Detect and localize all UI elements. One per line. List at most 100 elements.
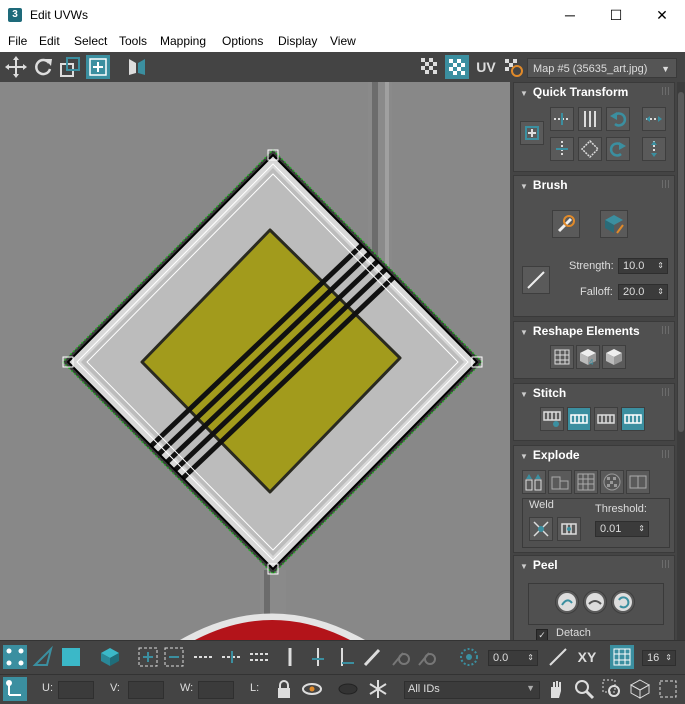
- rollout-grip-icon[interactable]: [662, 87, 670, 95]
- shrink-selection-icon[interactable]: [162, 645, 186, 669]
- align-to-center-icon[interactable]: [520, 121, 544, 145]
- rollout-header-explode[interactable]: ▼ Explode: [520, 448, 580, 462]
- stitch-to-target-icon[interactable]: [621, 407, 645, 431]
- rollout-header-stitch[interactable]: ▼ Stitch: [520, 386, 566, 400]
- brush-line-icon[interactable]: [522, 266, 550, 294]
- ring-shrink-icon[interactable]: [278, 645, 302, 669]
- rollout-grip-icon[interactable]: [662, 388, 670, 396]
- align-horizontal-icon[interactable]: [550, 107, 574, 131]
- rollout-grip-icon[interactable]: [662, 180, 670, 188]
- scale-icon[interactable]: [58, 55, 82, 79]
- weld-target-icon[interactable]: [557, 517, 581, 541]
- detach-edge-icon[interactable]: [626, 470, 650, 494]
- freeform-mode-icon[interactable]: [86, 55, 110, 79]
- uv-canvas[interactable]: [0, 82, 510, 640]
- zoom-icon[interactable]: [572, 677, 596, 701]
- falloff-spinner[interactable]: 20.0 ⇕: [618, 284, 668, 300]
- grow-selection-icon[interactable]: [136, 645, 160, 669]
- rollout-grip-icon[interactable]: [662, 560, 670, 568]
- menu-edit[interactable]: Edit: [39, 34, 60, 48]
- face-select-icon[interactable]: [59, 645, 83, 669]
- pack-icon[interactable]: [602, 345, 626, 369]
- edge-select-icon[interactable]: [31, 645, 55, 669]
- w-field[interactable]: [198, 681, 234, 699]
- paint-select-shrink-icon[interactable]: [414, 645, 438, 669]
- align-vertical-icon[interactable]: [550, 137, 574, 161]
- element-select-icon[interactable]: [98, 645, 122, 669]
- menu-file[interactable]: File: [8, 34, 27, 48]
- hide-icon[interactable]: [300, 677, 324, 701]
- map-dropdown[interactable]: Map #5 (35635_art.jpg) ▼: [527, 58, 677, 78]
- flatten-by-smoothing-icon[interactable]: [548, 470, 572, 494]
- freeze-icon[interactable]: [366, 677, 390, 701]
- show-map-icon[interactable]: [445, 55, 469, 79]
- rollout-header-peel[interactable]: ▼ Peel: [520, 558, 558, 572]
- align-vertical-lines-icon[interactable]: [578, 107, 602, 131]
- space-horizontal-icon[interactable]: [642, 107, 666, 131]
- reset-peel-icon[interactable]: [611, 590, 635, 614]
- stitch-to-source-icon[interactable]: [567, 407, 591, 431]
- relax-brush-icon[interactable]: [600, 210, 628, 238]
- absolute-offset-icon[interactable]: [3, 677, 27, 701]
- straighten-icon[interactable]: [578, 137, 602, 161]
- paint-select-icon[interactable]: [360, 645, 384, 669]
- id-filter-dropdown[interactable]: All IDs ▼: [404, 681, 540, 699]
- scrollbar-thumb[interactable]: [678, 92, 684, 432]
- paint-move-icon[interactable]: [552, 210, 580, 238]
- threshold-spinner[interactable]: 0.01 ⇕: [595, 521, 649, 537]
- rotate-cw-icon[interactable]: [606, 137, 630, 161]
- close-button[interactable]: ✕: [639, 0, 685, 31]
- soft-selection-icon[interactable]: [457, 645, 481, 669]
- checker-pattern-icon[interactable]: [418, 55, 442, 79]
- space-vertical-icon[interactable]: [642, 137, 666, 161]
- v-field[interactable]: [128, 681, 164, 699]
- rotate-value-spinner[interactable]: 0.0 ⇕: [488, 650, 538, 666]
- pan-hand-icon[interactable]: [544, 677, 568, 701]
- edge-loop-icon[interactable]: [306, 645, 330, 669]
- break-icon[interactable]: [600, 470, 624, 494]
- weld-selected-icon[interactable]: [529, 517, 553, 541]
- stitch-custom-icon[interactable]: [540, 407, 564, 431]
- mirror-icon[interactable]: [125, 55, 149, 79]
- rollout-grip-icon[interactable]: [662, 326, 670, 334]
- relax-icon[interactable]: 4: [576, 345, 600, 369]
- panel-scrollbar[interactable]: [677, 82, 685, 640]
- zoom-extents-icon[interactable]: [628, 677, 652, 701]
- menu-options[interactable]: Options: [222, 34, 263, 48]
- show-icon[interactable]: [336, 677, 360, 701]
- loop-grow-icon[interactable]: [192, 645, 216, 669]
- rollout-header-quick-transform[interactable]: ▼ Quick Transform: [520, 85, 628, 99]
- peel-mode-icon[interactable]: [583, 590, 607, 614]
- texture-settings-icon[interactable]: [501, 55, 525, 79]
- straighten-selection-icon[interactable]: [550, 345, 574, 369]
- flatten-by-polygon-icon[interactable]: [522, 470, 546, 494]
- menu-tools[interactable]: Tools: [119, 34, 147, 48]
- loop-select-icon[interactable]: [220, 645, 244, 669]
- grid-size-spinner[interactable]: 16 ⇕: [642, 650, 676, 666]
- menu-display[interactable]: Display: [278, 34, 317, 48]
- ring-select-icon[interactable]: [248, 645, 272, 669]
- u-field[interactable]: [58, 681, 94, 699]
- flatten-by-material-icon[interactable]: [574, 470, 598, 494]
- maximize-button[interactable]: ☐: [593, 0, 639, 31]
- rollout-header-reshape[interactable]: ▼ Reshape Elements: [520, 324, 640, 338]
- straighten-edge-icon[interactable]: [546, 645, 570, 669]
- strength-spinner[interactable]: 10.0 ⇕: [618, 258, 668, 274]
- stitch-to-average-icon[interactable]: [594, 407, 618, 431]
- rollout-grip-icon[interactable]: [662, 450, 670, 458]
- vertex-select-icon[interactable]: [3, 645, 27, 669]
- rollout-header-brush[interactable]: ▼ Brush: [520, 178, 568, 192]
- menu-mapping[interactable]: Mapping: [160, 34, 206, 48]
- detach-checkbox[interactable]: ✓: [536, 629, 548, 640]
- zoom-selected-icon[interactable]: [656, 677, 680, 701]
- xy-toggle[interactable]: XY: [574, 645, 600, 669]
- quick-peel-icon[interactable]: [555, 590, 579, 614]
- edge-ring-icon[interactable]: [334, 645, 358, 669]
- paint-select-grow-icon[interactable]: [388, 645, 412, 669]
- rotate-ccw-icon[interactable]: [606, 107, 630, 131]
- lock-icon[interactable]: [272, 677, 296, 701]
- minimize-button[interactable]: ─: [547, 0, 593, 31]
- uv-toggle[interactable]: UV: [474, 55, 498, 79]
- zoom-region-icon[interactable]: [600, 677, 624, 701]
- rotate-icon[interactable]: [31, 55, 55, 79]
